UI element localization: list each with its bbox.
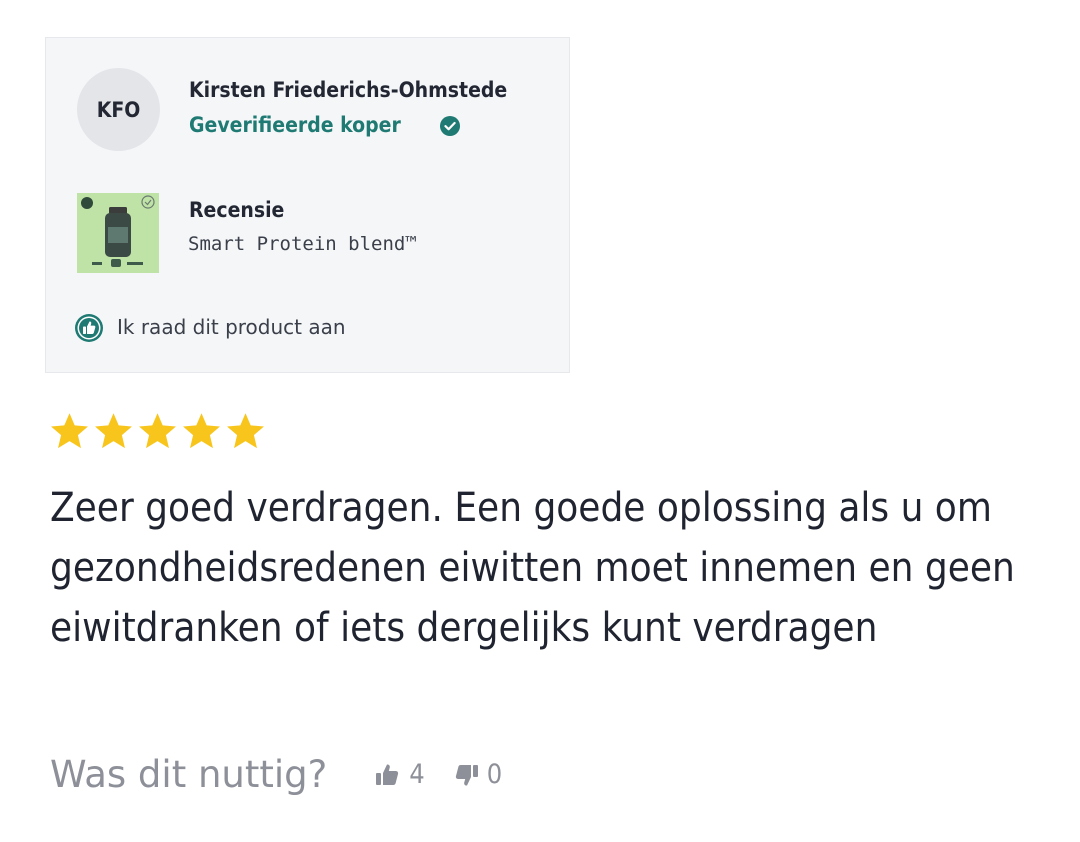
- recommendation-text: Ik raad dit product aan: [117, 315, 346, 339]
- thumbs-down-icon: [455, 764, 478, 786]
- reviewer-name: Kirsten Friederichs-Ohmstede: [189, 78, 508, 102]
- helpful-question: Was dit nuttig?: [50, 753, 328, 796]
- star-icon: [227, 413, 264, 449]
- check-circle-icon: [440, 116, 460, 136]
- thumbs-up-icon: [376, 763, 399, 785]
- product-name[interactable]: Smart Protein blend™: [188, 233, 417, 255]
- star-icon: [183, 413, 220, 449]
- product-image[interactable]: [77, 193, 159, 273]
- helpful-yes-button[interactable]: 4: [373, 759, 425, 790]
- star-rating: [48, 410, 267, 453]
- star-icon: [139, 413, 176, 449]
- review-body: Zeer goed verdragen. Een goede oplossing…: [50, 485, 1015, 651]
- thumbs-up-circle-icon: [75, 314, 103, 342]
- helpful-no-count: 0: [486, 759, 503, 790]
- review-section-label: Recensie: [189, 198, 285, 222]
- helpful-no-button[interactable]: 0: [451, 759, 502, 790]
- reviewer-card: KFO Kirsten Friederichs-Ohmstede Geverif…: [45, 37, 570, 373]
- verified-buyer-label: Geverifieerde koper: [189, 113, 401, 137]
- avatar: KFO: [77, 68, 160, 151]
- helpful-section: Was dit nuttig? 4 0: [50, 753, 502, 796]
- helpful-yes-count: 4: [409, 759, 425, 790]
- star-icon: [51, 413, 88, 449]
- product-bottle-image: [77, 193, 159, 273]
- star-icon: [95, 413, 132, 449]
